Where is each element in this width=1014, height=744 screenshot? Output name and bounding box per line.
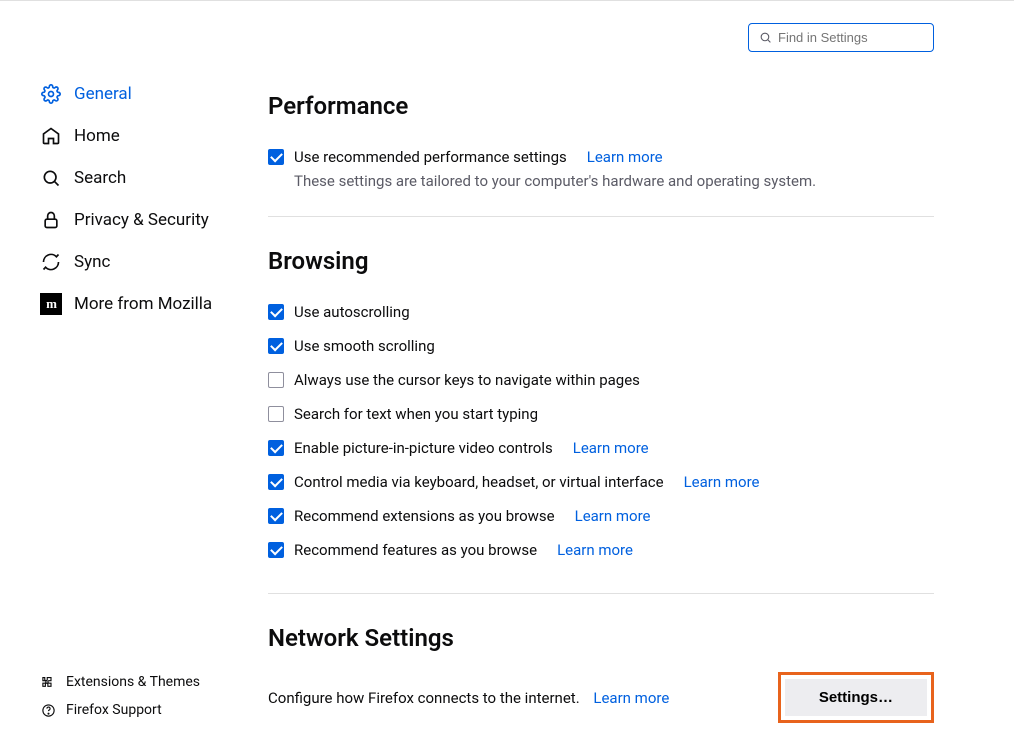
learn-more-link[interactable]: Learn more [684, 473, 760, 491]
checkbox-label: Use autoscrolling [294, 303, 410, 321]
sync-icon [40, 251, 62, 273]
home-icon [40, 125, 62, 147]
gear-icon [40, 83, 62, 105]
sidebar-item-label: General [74, 84, 132, 104]
checkbox-label: Recommend features as you browse [294, 541, 537, 559]
settings-button-highlight: Settings… [778, 672, 934, 723]
learn-more-link[interactable]: Learn more [575, 507, 651, 525]
learn-more-link[interactable]: Learn more [573, 439, 649, 457]
performance-heading: Performance [268, 92, 934, 120]
performance-subtext: These settings are tailored to your comp… [268, 172, 934, 190]
lock-icon [40, 209, 62, 231]
checkbox-label: Always use the cursor keys to navigate w… [294, 371, 640, 389]
search-icon [40, 167, 62, 189]
checkbox-recommend-extensions[interactable] [268, 508, 284, 524]
learn-more-link[interactable]: Learn more [593, 689, 669, 707]
checkbox-label: Use recommended performance settings [294, 148, 567, 166]
network-description: Configure how Firefox connects to the in… [268, 689, 580, 707]
sidebar-item-label: Sync [74, 252, 110, 272]
network-heading: Network Settings [268, 624, 934, 652]
checkbox-pip[interactable] [268, 440, 284, 456]
main-content: Performance Use recommended performance … [240, 1, 1014, 744]
browsing-section: Browsing Use autoscrolling Use smooth sc… [268, 216, 934, 567]
checkbox-label: Use smooth scrolling [294, 337, 435, 355]
network-settings-button[interactable]: Settings… [785, 679, 927, 716]
sidebar: General Home Search Privacy & Security [0, 1, 240, 744]
checkbox-label: Search for text when you start typing [294, 405, 538, 423]
search-box[interactable] [748, 23, 934, 52]
network-section: Network Settings Configure how Firefox c… [268, 593, 934, 723]
sidebar-item-general[interactable]: General [40, 73, 240, 115]
learn-more-link[interactable]: Learn more [557, 541, 633, 559]
sidebar-item-home[interactable]: Home [40, 115, 240, 157]
footer-extensions-themes[interactable]: Extensions & Themes [40, 668, 240, 696]
sidebar-item-label: Search [74, 168, 126, 188]
search-icon [759, 31, 772, 44]
footer-firefox-support[interactable]: Firefox Support [40, 696, 240, 724]
checkbox-label: Control media via keyboard, headset, or … [294, 473, 664, 491]
search-input[interactable] [778, 30, 954, 45]
puzzle-icon [40, 674, 56, 690]
checkbox-label: Recommend extensions as you browse [294, 507, 555, 525]
mozilla-icon: m [40, 293, 62, 315]
sidebar-item-label: Privacy & Security [74, 210, 209, 230]
question-icon [40, 702, 56, 718]
sidebar-item-sync[interactable]: Sync [40, 241, 240, 283]
checkbox-media-keys[interactable] [268, 474, 284, 490]
checkbox-cursor-keys[interactable] [268, 372, 284, 388]
learn-more-link[interactable]: Learn more [587, 148, 663, 166]
checkbox-label: Enable picture-in-picture video controls [294, 439, 553, 457]
performance-section: Performance Use recommended performance … [268, 92, 934, 190]
checkbox-autoscrolling[interactable] [268, 304, 284, 320]
footer-item-label: Extensions & Themes [66, 674, 200, 690]
checkbox-recommended-performance[interactable] [268, 149, 284, 165]
sidebar-item-label: More from Mozilla [74, 294, 212, 314]
checkbox-search-on-type[interactable] [268, 406, 284, 422]
browsing-heading: Browsing [268, 247, 934, 275]
sidebar-item-search[interactable]: Search [40, 157, 240, 199]
sidebar-item-more-mozilla[interactable]: m More from Mozilla [40, 283, 240, 325]
sidebar-item-label: Home [74, 126, 120, 146]
footer-item-label: Firefox Support [66, 702, 162, 718]
checkbox-recommend-features[interactable] [268, 542, 284, 558]
sidebar-item-privacy[interactable]: Privacy & Security [40, 199, 240, 241]
checkbox-smooth-scrolling[interactable] [268, 338, 284, 354]
